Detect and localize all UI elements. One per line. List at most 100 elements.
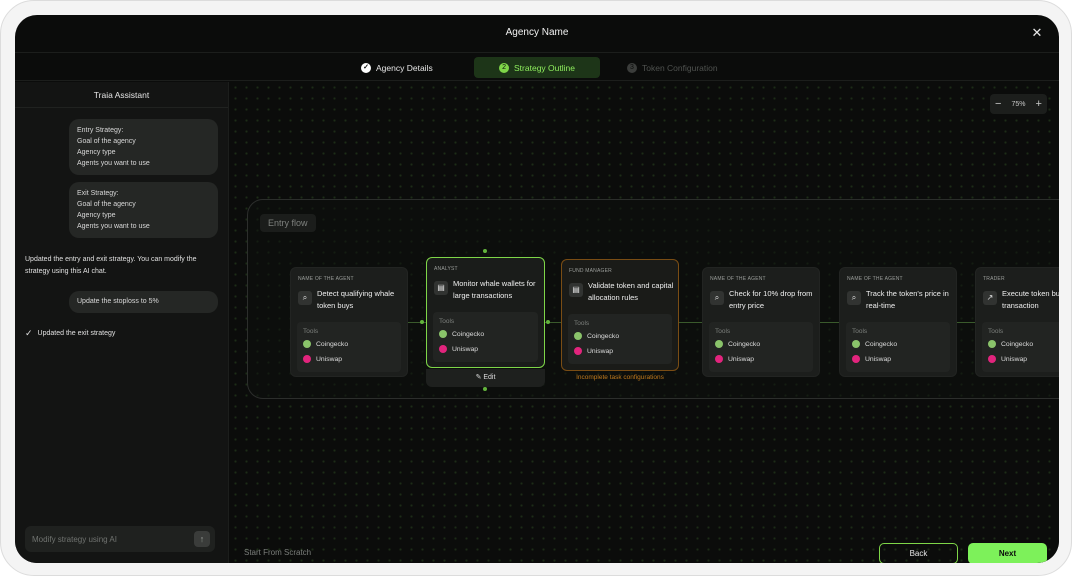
agent-task: Detect qualifying whale token buys [317, 289, 395, 310]
agent-task: Check for 10% drop from entry price [729, 289, 813, 310]
uniswap-icon [574, 347, 582, 355]
tools-label: Tools [988, 328, 1004, 335]
tool-item: Coingecko [303, 340, 348, 348]
message-line: Entry Strategy: [77, 127, 124, 134]
tool-name: Coingecko [452, 330, 485, 338]
tools-label: Tools [439, 318, 455, 325]
tools-panel: Tools Coingecko Uniswap [568, 314, 672, 364]
agent-role: NAME OF THE AGENT [298, 276, 354, 282]
message-line: Agents you want to use [77, 223, 150, 230]
agent-task: Validate token and capital allocation ru… [588, 281, 674, 302]
tool-name: Coingecko [728, 340, 761, 348]
zoom-out-icon[interactable]: − [995, 98, 1001, 110]
agent-card[interactable]: NAME OF THE AGENT ⌕ Check for 10% drop f… [702, 267, 820, 377]
tools-label: Tools [303, 328, 319, 335]
connector-line [678, 322, 702, 323]
tool-item: Uniswap [852, 355, 891, 363]
zoom-control: − 75% + [990, 94, 1047, 114]
connector-line [819, 322, 839, 323]
step-token-configuration[interactable]: 3 Token Configuration [615, 57, 730, 78]
connector-dot [483, 387, 487, 391]
tool-item: Coingecko [715, 340, 760, 348]
edit-button[interactable]: ✎ Edit [426, 369, 545, 387]
search-icon: ⌕ [710, 291, 724, 305]
tool-item: Uniswap [303, 355, 342, 363]
check-icon: ✓ [25, 328, 33, 338]
agent-card[interactable]: TRADER ↗ Execute token buy transaction T… [975, 267, 1059, 377]
warning-message: Incomplete task configurations [576, 374, 664, 381]
app-window: Agency Name ✕ ✓ Agency Details 2 Strateg… [15, 15, 1059, 563]
message-line: Agents you want to use [77, 160, 150, 167]
agent-task: Execute token buy transaction [1002, 289, 1059, 310]
coingecko-icon [988, 340, 996, 348]
start-from-scratch-link[interactable]: Start From Scratch [244, 548, 311, 557]
message-line: Agency type [77, 212, 116, 219]
message-line: Goal of the agency [77, 138, 136, 145]
window-title: Agency Name [505, 27, 569, 38]
message-line: Goal of the agency [77, 201, 136, 208]
coingecko-icon [439, 330, 447, 338]
uniswap-icon [303, 355, 311, 363]
agent-role: ANALYST [434, 266, 458, 272]
back-button[interactable]: Back [879, 543, 958, 563]
tool-name: Uniswap [452, 345, 479, 353]
tool-name: Uniswap [587, 347, 614, 355]
coingecko-icon [303, 340, 311, 348]
step-number: 3 [627, 62, 637, 73]
tools-panel: Tools Coingecko Uniswap [846, 322, 950, 372]
agent-role: TRADER [983, 276, 1005, 282]
send-icon[interactable]: ↑ [194, 531, 210, 547]
message-line: Exit Strategy: [77, 190, 119, 197]
user-message-bubble: Exit Strategy: Goal of the agency Agency… [69, 182, 218, 238]
tool-item: Coingecko [852, 340, 897, 348]
tool-name: Uniswap [1001, 355, 1028, 363]
step-label: Strategy Outline [514, 62, 575, 73]
agent-role: NAME OF THE AGENT [847, 276, 903, 282]
tool-name: Coingecko [316, 340, 349, 348]
agent-card[interactable]: NAME OF THE AGENT ⌕ Track the token's pr… [839, 267, 957, 377]
step-strategy-outline[interactable]: 2 Strategy Outline [474, 57, 600, 78]
step-label: Token Configuration [642, 62, 718, 73]
agent-card-selected[interactable]: ANALYST ▤ Monitor whale wallets for larg… [426, 257, 545, 368]
step-number: 2 [499, 62, 510, 73]
chat-input-box: ↑ [25, 526, 215, 552]
close-icon[interactable]: ✕ [1029, 25, 1045, 41]
assistant-message: Updated the entry and exit strategy. You… [25, 256, 197, 275]
message-line: Update the stoploss to 5% [77, 298, 159, 305]
flow-label: Entry flow [260, 214, 316, 232]
message-line: Agency type [77, 149, 116, 156]
tool-item: Coingecko [574, 332, 619, 340]
tool-item: Coingecko [988, 340, 1033, 348]
zoom-level: 75% [1011, 100, 1026, 108]
agent-card[interactable]: NAME OF THE AGENT ⌕ Detect qualifying wh… [290, 267, 408, 377]
agent-task: Track the token's price in real-time [866, 289, 949, 310]
document-icon: ▤ [569, 283, 583, 297]
title-bar: Agency Name ✕ [15, 15, 1059, 53]
step-agency-details[interactable]: ✓ Agency Details [349, 57, 445, 78]
tool-name: Coingecko [1001, 340, 1034, 348]
ai-chat-input[interactable] [32, 532, 182, 546]
tools-panel: Tools Coingecko Uniswap [982, 322, 1059, 372]
flow-canvas[interactable]: − 75% + Entry flow NAME OF THE AGENT ⌕ D… [230, 82, 1059, 563]
next-button[interactable]: Next [968, 543, 1047, 563]
device-frame: Agency Name ✕ ✓ Agency Details 2 Strateg… [0, 0, 1072, 576]
user-message-bubble: Entry Strategy: Goal of the agency Agenc… [69, 119, 218, 175]
tools-panel: Tools Coingecko Uniswap [709, 322, 813, 372]
tools-label: Tools [574, 320, 590, 327]
uniswap-icon [715, 355, 723, 363]
uniswap-icon [852, 355, 860, 363]
connector-line [956, 322, 976, 323]
tool-name: Coingecko [587, 332, 620, 340]
connector-dot [483, 249, 487, 253]
zoom-in-icon[interactable]: + [1036, 98, 1042, 110]
agent-card-warning[interactable]: FUND MANAGER ▤ Validate token and capita… [561, 259, 679, 371]
assistant-sidebar: Traia Assistant Entry Strategy: Goal of … [15, 82, 229, 563]
chart-icon: ↗ [983, 291, 997, 305]
tool-item: Coingecko [439, 330, 484, 338]
user-message-bubble: Update the stoploss to 5% [69, 291, 218, 313]
coingecko-icon [715, 340, 723, 348]
search-icon: ⌕ [847, 291, 861, 305]
edit-label: Edit [483, 374, 496, 381]
connector-dot [546, 320, 550, 324]
connector-dot [420, 320, 424, 324]
